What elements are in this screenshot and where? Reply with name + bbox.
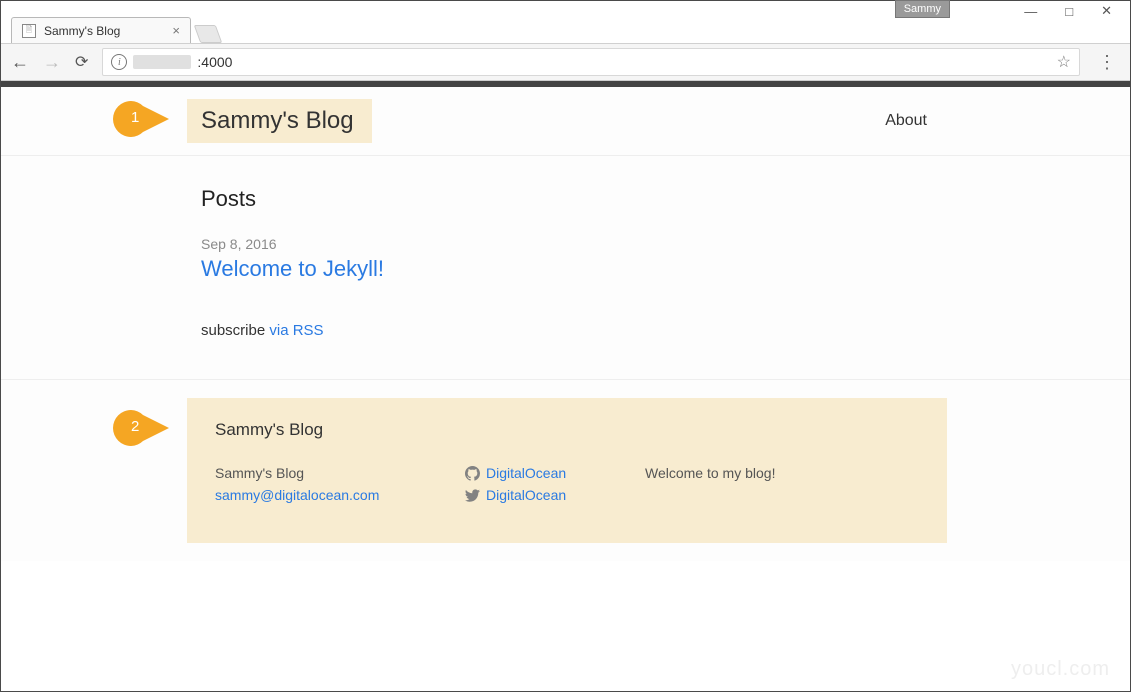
bookmark-star-icon[interactable]: ☆ [1057,52,1071,72]
watermark: youcl.com [1011,658,1110,681]
callout-marker-2: 2 [113,410,169,446]
browser-menu-button[interactable]: ⋮ [1094,52,1120,73]
footer-col-desc: Welcome to my blog! [645,462,919,507]
reload-button[interactable]: ⟳ [75,52,88,72]
page-content: 1 Sammy's Blog About Posts Sep 8, 2016 W… [1,87,1130,561]
tab-close-icon[interactable]: × [172,23,180,38]
twitter-icon [465,488,480,503]
site-footer: 2 Sammy's Blog Sammy's Blog sammy@digita… [1,379,1130,561]
github-icon [465,466,480,481]
callout-number: 1 [131,109,139,126]
post-item: Sep 8, 2016 Welcome to Jekyll! [201,236,961,282]
footer-col-social: DigitalOcean DigitalOcean [465,462,645,507]
browser-tab[interactable]: 🗎 Sammy's Blog × [11,17,191,43]
subscribe-label: subscribe [201,322,269,339]
twitter-link[interactable]: DigitalOcean [486,484,566,506]
nav-about-link[interactable]: About [885,112,927,130]
post-date: Sep 8, 2016 [201,236,961,252]
rss-link[interactable]: via RSS [269,322,323,339]
forward-button[interactable]: → [43,52,61,73]
close-button[interactable]: ✕ [1101,3,1112,19]
twitter-row: DigitalOcean [465,484,645,506]
post-title-link[interactable]: Welcome to Jekyll! [201,256,384,281]
footer-col-contact: Sammy's Blog sammy@digitalocean.com [215,462,465,507]
tab-strip: 🗎 Sammy's Blog × [1,13,1130,43]
window-controls: — □ ✕ [1024,3,1112,19]
subscribe-text: subscribe via RSS [201,322,961,339]
footer-email-link[interactable]: sammy@digitalocean.com [215,487,379,503]
site-info-icon[interactable]: i [111,54,127,70]
maximize-button[interactable]: □ [1065,4,1073,19]
back-button[interactable]: ← [11,52,29,73]
url-host-blurred [133,55,191,69]
callout-marker-1: 1 [113,101,169,137]
footer-columns: Sammy's Blog sammy@digitalocean.com Digi… [215,462,919,507]
github-link[interactable]: DigitalOcean [486,462,566,484]
site-header: 1 Sammy's Blog About [1,87,1130,156]
tab-title: Sammy's Blog [44,24,120,38]
github-row: DigitalOcean [465,462,645,484]
footer-heading: Sammy's Blog [215,420,919,440]
footer-description: Welcome to my blog! [645,465,775,481]
user-badge: Sammy [895,0,950,18]
minimize-button[interactable]: — [1024,4,1037,19]
address-bar[interactable]: i :4000 ☆ [102,48,1080,76]
posts-heading: Posts [201,186,961,212]
page-icon: 🗎 [22,24,36,38]
footer-blog-name: Sammy's Blog [215,462,465,484]
callout-number: 2 [131,418,139,435]
main-content: Posts Sep 8, 2016 Welcome to Jekyll! sub… [1,156,1130,379]
browser-toolbar: ← → ⟳ i :4000 ☆ ⋮ [1,43,1130,81]
site-title[interactable]: Sammy's Blog [187,99,372,143]
url-port: :4000 [197,54,232,70]
window-titlebar: Sammy — □ ✕ [1,1,1130,13]
new-tab-button[interactable] [194,25,223,43]
